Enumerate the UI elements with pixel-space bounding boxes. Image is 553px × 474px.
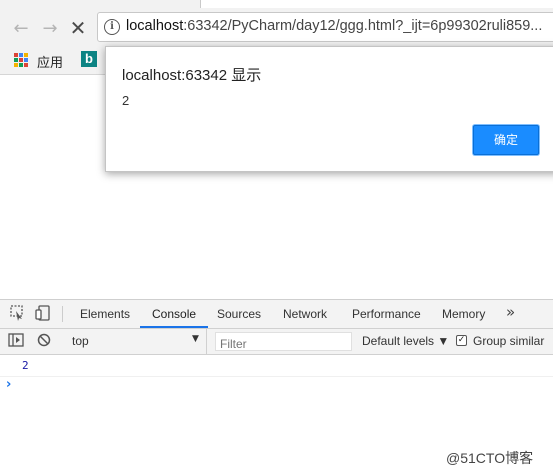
tab-strip <box>0 0 553 8</box>
tab-console[interactable]: Console <box>152 307 196 321</box>
forward-arrow-icon[interactable]: → <box>39 17 61 39</box>
ok-button[interactable]: 确定 <box>473 125 539 155</box>
dialog-message: 2 <box>122 93 130 108</box>
context-selector[interactable]: top ▼ <box>70 329 207 354</box>
console-prompt-icon[interactable]: › <box>6 377 11 392</box>
device-toolbar-icon[interactable] <box>35 305 51 325</box>
inspect-element-icon[interactable] <box>10 305 24 325</box>
show-sidebar-icon[interactable] <box>8 333 24 351</box>
dialog-title: localhost:63342 显示 <box>122 67 262 84</box>
devtools-tab-bar: Elements Console Sources Network Perform… <box>0 300 553 329</box>
alert-dialog: localhost:63342 显示 2 确定 <box>105 46 553 172</box>
clear-console-icon[interactable] <box>37 333 51 351</box>
apps-grid-icon[interactable] <box>14 53 28 67</box>
active-tab-indicator <box>140 326 208 328</box>
browser-toolbar: ← → ✕ i localhost:63342/PyCharm/day12/gg… <box>0 8 553 46</box>
context-value: top <box>72 334 89 348</box>
tab-network[interactable]: Network <box>283 307 327 321</box>
tab-sources[interactable]: Sources <box>217 307 261 321</box>
filter-input[interactable] <box>216 335 354 353</box>
tab-divider <box>62 306 63 322</box>
tab-elements[interactable]: Elements <box>80 307 130 321</box>
filter-box[interactable] <box>215 332 354 353</box>
address-bar[interactable]: i localhost:63342/PyCharm/day12/ggg.html… <box>97 12 553 42</box>
info-icon[interactable]: i <box>104 19 120 35</box>
browser-tab[interactable] <box>200 0 553 8</box>
dropdown-arrow-icon: ▼ <box>192 334 199 344</box>
log-levels-dropdown[interactable]: Default levels ▼ <box>362 334 449 348</box>
group-similar-label[interactable]: Group similar <box>473 334 544 348</box>
tab-performance[interactable]: Performance <box>352 307 421 321</box>
console-message-row: 2 <box>0 356 553 377</box>
apps-bookmark-label[interactable]: 应用 <box>37 52 63 71</box>
console-message-value: 2 <box>22 359 29 372</box>
bing-bookmark-icon[interactable]: b <box>81 51 97 67</box>
url-host: localhost <box>126 18 184 34</box>
more-tabs-icon[interactable]: » <box>506 303 515 321</box>
watermark-text: @51CTO博客 <box>446 450 534 466</box>
stop-loading-icon[interactable]: ✕ <box>67 16 89 40</box>
url-text[interactable]: localhost:63342/PyCharm/day12/ggg.html?_… <box>126 18 542 34</box>
group-similar-checkbox[interactable]: ✓ <box>456 335 467 346</box>
back-arrow-icon[interactable]: ← <box>10 17 32 39</box>
tab-memory[interactable]: Memory <box>442 307 485 321</box>
url-path: :63342/PyCharm/day12/ggg.html?_ijt=6p993… <box>183 18 543 34</box>
console-toolbar: top ▼ Default levels ▼ ✓ Group similar <box>0 329 553 355</box>
